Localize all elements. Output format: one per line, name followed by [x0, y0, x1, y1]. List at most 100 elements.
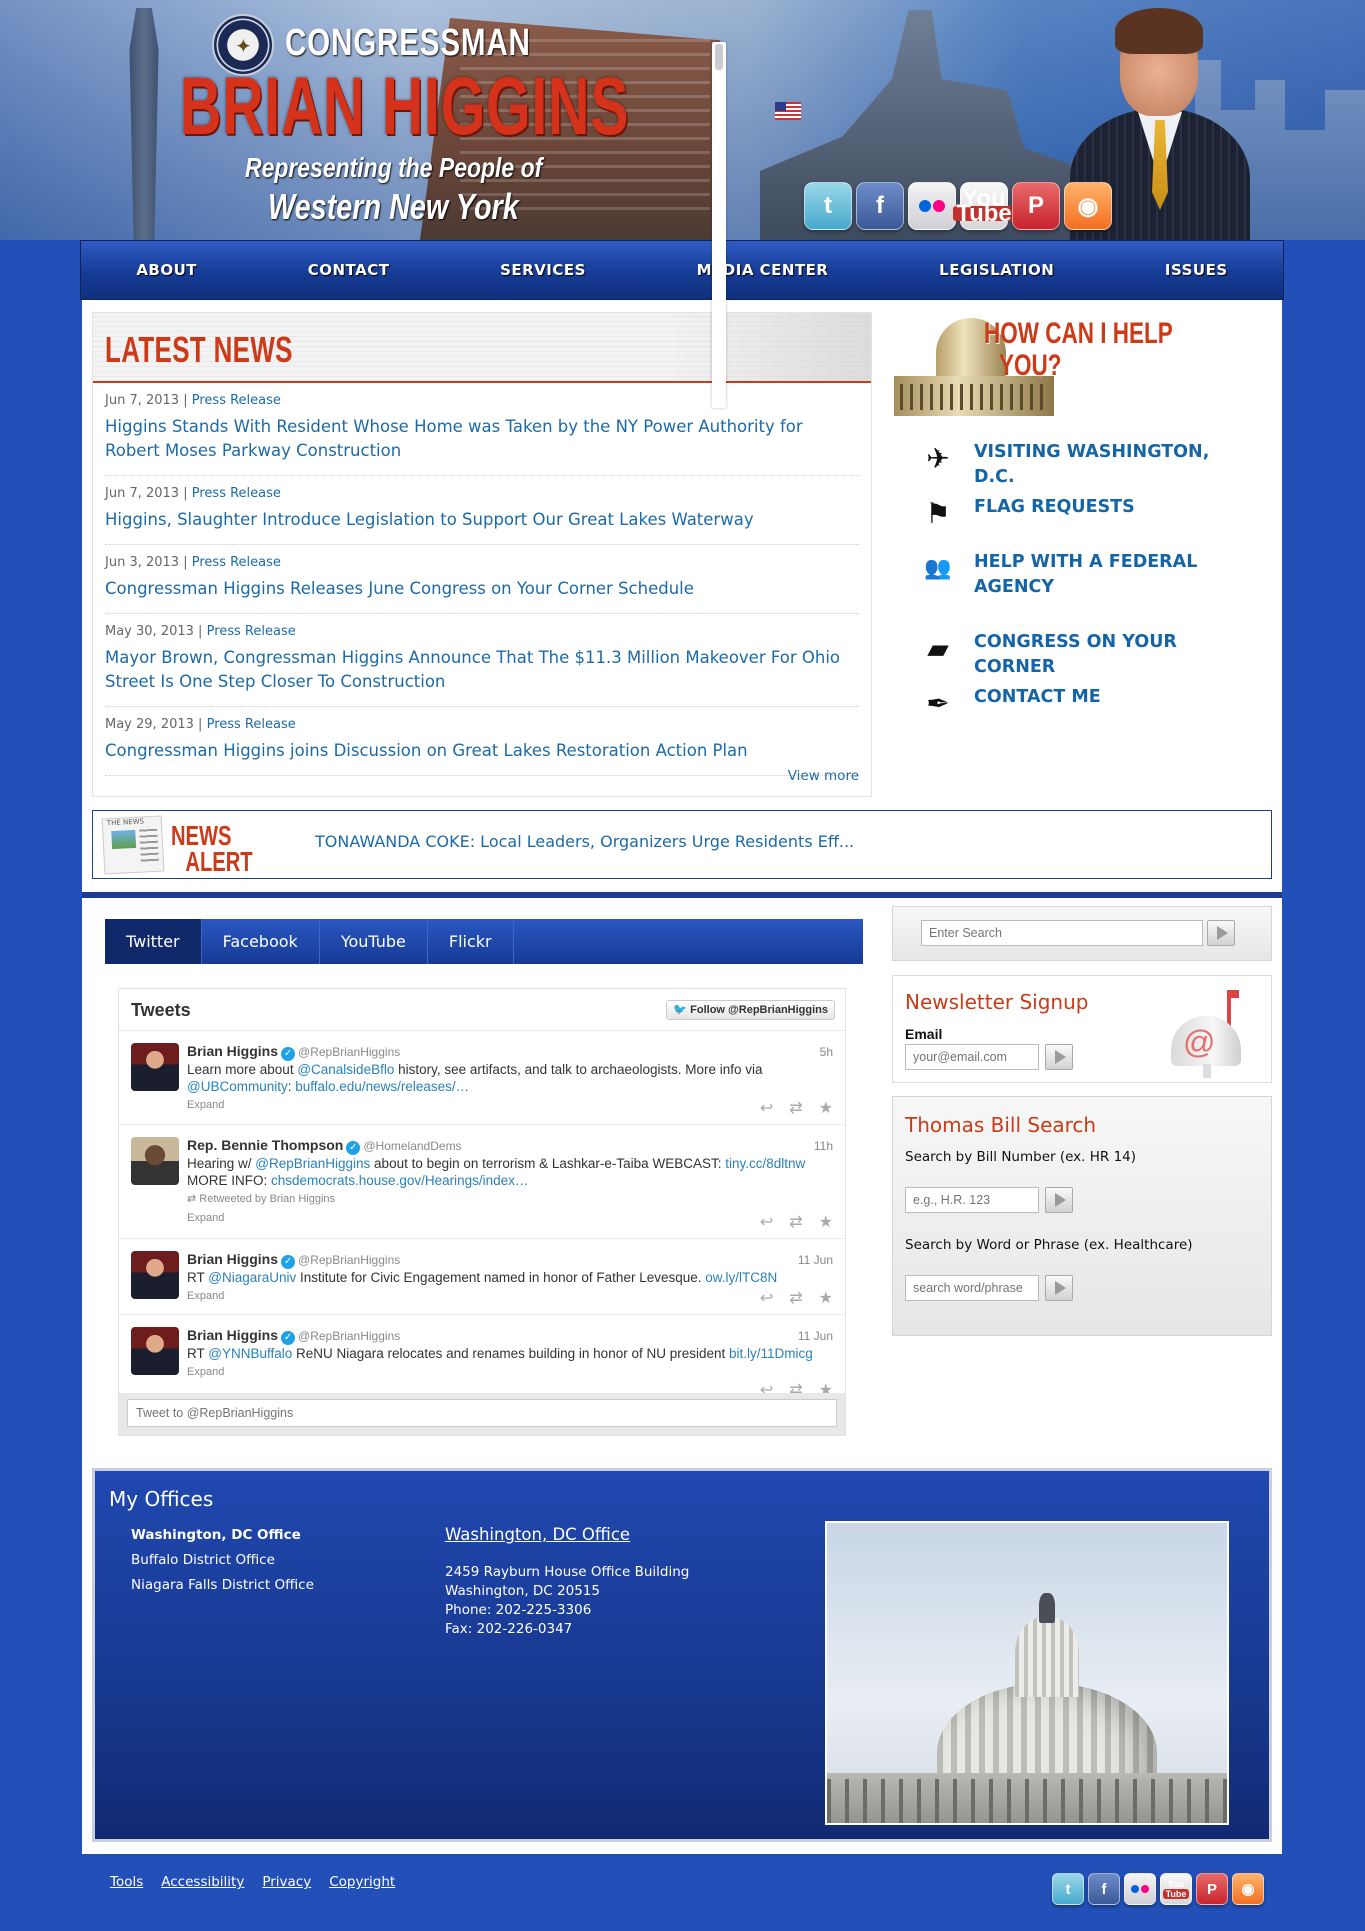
tweet[interactable]: 11h Rep. Bennie Thompson ✓ @HomelandDems H…	[119, 1125, 845, 1239]
news-category-link[interactable]: Press Release	[207, 717, 296, 732]
tweet[interactable]: 11 Jun Brian Higgins ✓ @RepBrianHiggins RT…	[119, 1239, 845, 1315]
avatar[interactable]	[131, 1327, 179, 1375]
retweet-icon[interactable]: ⇄	[789, 1212, 802, 1232]
favorite-icon[interactable]: ★	[819, 1212, 833, 1232]
tweet-handle[interactable]: @RepBrianHiggins	[298, 1253, 400, 1267]
rss-icon[interactable]: ◉	[1232, 1873, 1264, 1905]
help-item-visiting-dc[interactable]: ✈ VISITING WASHINGTON, D.C.	[920, 440, 1244, 490]
nav-legislation[interactable]: LEGISLATION	[929, 255, 1064, 285]
footer-link-copyright[interactable]: Copyright	[329, 1874, 395, 1890]
tweet-link[interactable]: bit.ly/11Dmicg	[729, 1346, 813, 1361]
tweet-expand[interactable]: Expand	[187, 1364, 833, 1381]
bill-number-input[interactable]	[905, 1187, 1039, 1213]
youtube-icon[interactable]: You Tube	[1160, 1873, 1192, 1905]
tweet-author[interactable]: Brian Higgins	[187, 1251, 278, 1267]
tweet-time[interactable]: 11 Jun	[798, 1253, 833, 1267]
search-button[interactable]	[1207, 920, 1235, 946]
office-title-link[interactable]: Washington, DC Office	[445, 1525, 630, 1544]
news-category-link[interactable]: Press Release	[192, 393, 281, 408]
twitter-icon[interactable]: t	[804, 182, 852, 230]
avatar[interactable]	[131, 1251, 179, 1299]
news-category-link[interactable]: Press Release	[207, 624, 296, 639]
help-item-label[interactable]: CONGRESS ON YOUR CORNER	[974, 630, 1244, 680]
retweet-icon[interactable]: ⇄	[789, 1098, 802, 1118]
reply-icon[interactable]: ↩	[760, 1212, 773, 1232]
tweet-link[interactable]: ow.ly/lTC8N	[705, 1270, 777, 1285]
tweet-link[interactable]: chsdemocrats.house.gov/Hearings/index…	[271, 1173, 528, 1188]
rss-icon[interactable]: ◉	[1064, 182, 1112, 230]
tweet-author[interactable]: Brian Higgins	[187, 1043, 278, 1059]
newsletter-submit-button[interactable]	[1045, 1044, 1073, 1070]
reply-icon[interactable]: ↩	[760, 1098, 773, 1118]
tweet[interactable]: 11 Jun Brian Higgins ✓ @RepBrianHiggins RT…	[119, 1315, 845, 1395]
help-item-flag-requests[interactable]: ⚑ FLAG REQUESTS	[920, 495, 1244, 531]
news-alert-link[interactable]: TONAWANDA COKE: Local Leaders, Organizer…	[315, 832, 854, 851]
tweet-expand[interactable]: Expand	[187, 1097, 833, 1114]
tab-youtube[interactable]: YouTube	[320, 919, 428, 964]
favorite-icon[interactable]: ★	[819, 1288, 833, 1308]
tweet-compose-input[interactable]	[127, 1399, 837, 1427]
nav-services[interactable]: SERVICES	[490, 255, 596, 285]
tweet-link[interactable]: @RepBrianHiggins	[255, 1156, 370, 1171]
news-title-link[interactable]: Higgins, Slaughter Introduce Legislation…	[105, 508, 859, 532]
search-input[interactable]	[921, 920, 1203, 946]
tweet-link[interactable]: @YNNBuffalo	[208, 1346, 292, 1361]
newsletter-email-input[interactable]	[905, 1044, 1039, 1070]
help-item-label[interactable]: FLAG REQUESTS	[974, 495, 1244, 520]
nav-issues[interactable]: ISSUES	[1155, 255, 1238, 285]
avatar[interactable]	[131, 1137, 179, 1185]
nav-media-center[interactable]: MEDIA CENTER	[687, 255, 839, 285]
tab-facebook[interactable]: Facebook	[202, 919, 320, 964]
flickr-icon[interactable]	[908, 182, 956, 230]
tweet-link[interactable]: @CanalsideBflo	[297, 1062, 394, 1077]
office-item-niagara-falls[interactable]: Niagara Falls District Office	[131, 1577, 314, 1593]
tweet-expand[interactable]: Expand	[187, 1210, 833, 1227]
facebook-icon[interactable]: f	[1088, 1873, 1120, 1905]
flickr-icon[interactable]	[1124, 1873, 1156, 1905]
avatar[interactable]	[131, 1043, 179, 1091]
help-item-label[interactable]: CONTACT ME	[974, 685, 1244, 710]
news-category-link[interactable]: Press Release	[192, 555, 281, 570]
tweet-handle[interactable]: @RepBrianHiggins	[298, 1045, 400, 1059]
tweet-author[interactable]: Brian Higgins	[187, 1327, 278, 1343]
help-item-federal-agency[interactable]: 👥 HELP WITH A FEDERAL AGENCY	[920, 550, 1244, 600]
news-title-link[interactable]: Congressman Higgins Releases June Congre…	[105, 577, 859, 601]
news-title-link[interactable]: Congressman Higgins joins Discussion on …	[105, 739, 859, 763]
reply-icon[interactable]: ↩	[760, 1288, 773, 1308]
bill-phrase-search-button[interactable]	[1045, 1275, 1073, 1301]
nav-about[interactable]: ABOUT	[126, 255, 207, 285]
bill-phrase-input[interactable]	[905, 1275, 1039, 1301]
tweet-link[interactable]: @UBCommunity	[187, 1079, 288, 1094]
header-title-name[interactable]: BRIAN HIGGINS	[180, 66, 629, 148]
twitter-icon[interactable]: t	[1052, 1873, 1084, 1905]
retweet-icon[interactable]: ⇄	[789, 1288, 802, 1308]
tab-twitter[interactable]: Twitter	[105, 919, 202, 964]
view-more-link[interactable]: View more	[788, 768, 859, 784]
news-title-link[interactable]: Higgins Stands With Resident Whose Home …	[105, 415, 859, 463]
news-title-link[interactable]: Mayor Brown, Congressman Higgins Announc…	[105, 646, 859, 694]
follow-button[interactable]: 🐦 Follow @RepBrianHiggins	[666, 1000, 835, 1020]
youtube-icon[interactable]: You Tube	[953, 182, 1015, 230]
footer-link-tools[interactable]: Tools	[110, 1874, 143, 1890]
help-item-contact-me[interactable]: ✒ CONTACT ME	[920, 685, 1244, 721]
tweet-author[interactable]: Rep. Bennie Thompson	[187, 1137, 343, 1153]
bill-number-search-button[interactable]	[1045, 1187, 1073, 1213]
pinterest-icon[interactable]: P	[1012, 182, 1060, 230]
tweet-link[interactable]: tiny.cc/8dltnw	[725, 1156, 805, 1171]
tweet-link[interactable]: @NiagaraUniv	[208, 1270, 296, 1285]
tweet-time[interactable]: 5h	[820, 1045, 833, 1059]
favorite-icon[interactable]: ★	[819, 1098, 833, 1118]
footer-link-privacy[interactable]: Privacy	[262, 1874, 311, 1890]
news-category-link[interactable]: Press Release	[192, 486, 281, 501]
scrollbar[interactable]	[712, 42, 726, 408]
help-item-label[interactable]: HELP WITH A FEDERAL AGENCY	[974, 550, 1244, 600]
tweet-link[interactable]: buffalo.edu/news/releases/…	[295, 1079, 469, 1094]
office-item-washington[interactable]: Washington, DC Office	[131, 1527, 314, 1543]
tweet-handle[interactable]: @RepBrianHiggins	[298, 1329, 400, 1343]
tweet-time[interactable]: 11h	[814, 1139, 833, 1153]
nav-contact[interactable]: CONTACT	[298, 255, 400, 285]
tweet[interactable]: 5h Brian Higgins ✓ @RepBrianHiggins Learn …	[119, 1031, 845, 1125]
tweet-time[interactable]: 11 Jun	[798, 1329, 833, 1343]
facebook-icon[interactable]: f	[856, 182, 904, 230]
help-item-label[interactable]: VISITING WASHINGTON, D.C.	[974, 440, 1244, 490]
